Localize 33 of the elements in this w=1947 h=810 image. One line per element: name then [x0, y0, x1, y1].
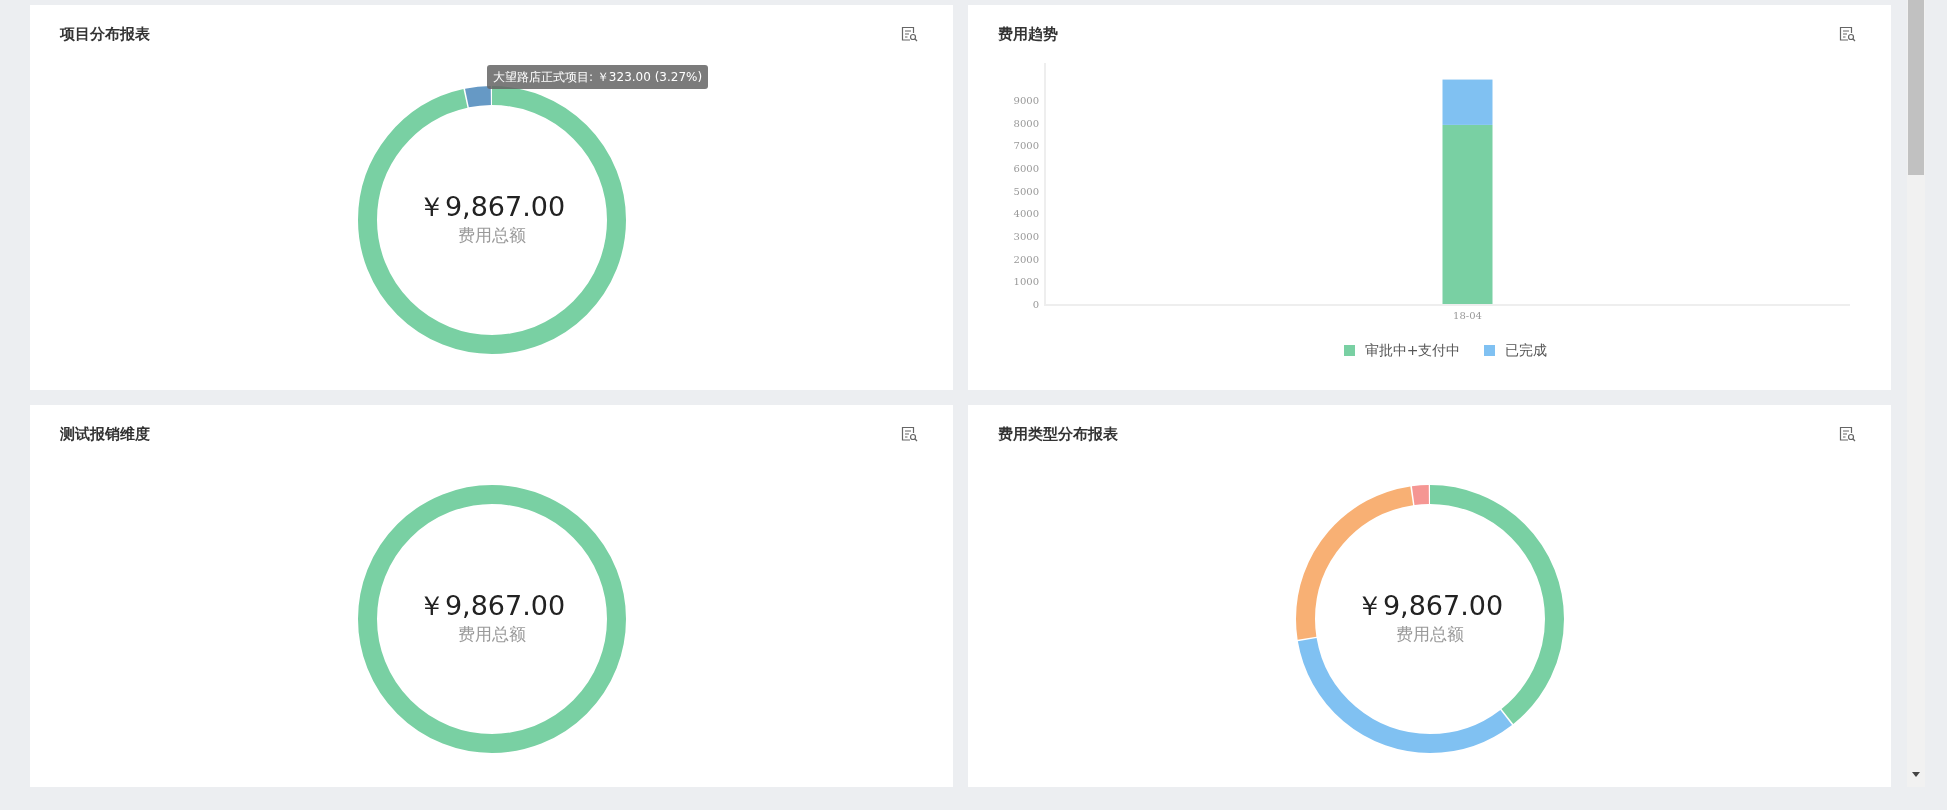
total-label: 费用总额	[1395, 622, 1464, 646]
axis-category-label: 18-04	[1453, 310, 1482, 321]
panel-title: 测试报销维度	[60, 423, 150, 445]
axis-tick-label: 4000	[1013, 208, 1039, 220]
report-search-icon[interactable]	[1839, 426, 1856, 442]
legend-label: 审批中+支付中	[1364, 341, 1461, 360]
total-amount: ￥9,867.00	[1355, 589, 1504, 622]
axis-tick-label: 0	[1032, 299, 1039, 310]
scroll-down-icon[interactable]	[1912, 772, 1920, 777]
total-amount: ￥9,867.00	[417, 191, 566, 224]
axis-tick-label: 7000	[1013, 140, 1039, 152]
panel-title: 费用趋势	[998, 23, 1058, 45]
legend-swatch	[1343, 345, 1355, 356]
total-label: 费用总额	[457, 224, 526, 248]
report-search-icon[interactable]	[901, 426, 918, 442]
axis-tick-label: 2000	[1013, 253, 1039, 265]
axis-tick-label: 1000	[1013, 276, 1039, 288]
panel-title: 费用类型分布报表	[998, 423, 1118, 445]
axis-tick-label: 5000	[1013, 185, 1039, 197]
total-amount: ￥9,867.00	[417, 589, 566, 622]
axis-tick-label: 6000	[1013, 163, 1039, 174]
axis-tick-label: 3000	[1013, 231, 1039, 242]
axis-tick-label: 9000	[1013, 94, 1039, 106]
panel-title: 项目分布报表	[60, 23, 150, 45]
legend-label: 已完成	[1505, 341, 1548, 360]
report-search-icon[interactable]	[901, 26, 918, 42]
total-label: 费用总额	[457, 622, 526, 646]
scrollbar[interactable]	[1907, 0, 1925, 787]
axis-tick-label: 8000	[1013, 117, 1039, 129]
chart-tooltip: 大望路店正式项目: ￥323.00 (3.27%)	[487, 65, 709, 89]
report-search-icon[interactable]	[1839, 26, 1856, 42]
legend-swatch	[1484, 345, 1496, 356]
scrollbar-thumb[interactable]	[1908, 0, 1924, 175]
